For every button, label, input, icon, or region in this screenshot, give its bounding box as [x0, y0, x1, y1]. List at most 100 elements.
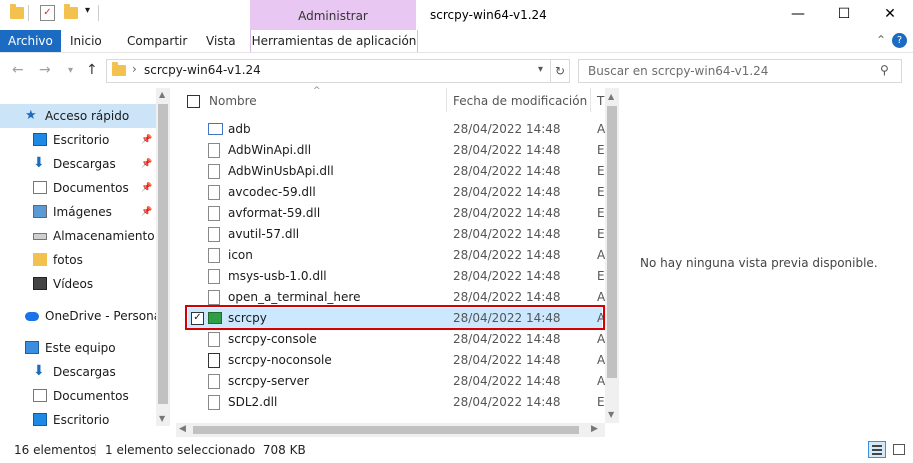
- nav-item-escritorio[interactable]: Escritorio: [0, 408, 156, 432]
- nav-item-label: Acceso rápido: [45, 109, 130, 123]
- nav-item-label: Almacenamiento ir: [53, 229, 156, 243]
- nav-item-label: Escritorio: [53, 413, 110, 427]
- scroll-up-icon[interactable]: ▲: [608, 92, 614, 101]
- file-row[interactable]: scrcpy-server 28/04/2022 14:48 A: [188, 371, 605, 392]
- exe-icon: [208, 123, 223, 135]
- file-name: scrcpy-console: [228, 332, 317, 346]
- search-icon: ⚲: [880, 63, 889, 77]
- back-arrow-icon[interactable]: ←: [12, 62, 24, 78]
- recent-locations-chevron-icon[interactable]: ▾: [68, 65, 73, 76]
- tab-herramientas-aplicacion[interactable]: Herramientas de aplicación: [250, 30, 418, 52]
- document-icon: [33, 389, 47, 402]
- file-row[interactable]: scrcpy-noconsole 28/04/2022 14:48 A: [188, 350, 605, 371]
- up-arrow-icon[interactable]: ↑: [86, 62, 98, 78]
- tab-archivo[interactable]: Archivo: [0, 30, 61, 52]
- address-dropdown-icon[interactable]: ▾: [538, 64, 543, 75]
- file-name: AdbWinUsbApi.dll: [228, 164, 334, 178]
- file-name: adb: [228, 122, 251, 136]
- scroll-down-icon[interactable]: ▼: [608, 410, 614, 419]
- column-separator[interactable]: [446, 88, 447, 112]
- nav-item-descargas[interactable]: ⬇ Descargas 📌: [0, 152, 156, 176]
- file-row[interactable]: msys-usb-1.0.dll28/04/2022 14:48Ex: [188, 266, 612, 287]
- nav-item-vídeos[interactable]: Vídeos: [0, 272, 156, 296]
- path-separator-icon: ›: [132, 62, 137, 76]
- nav-item-fotos[interactable]: fotos: [0, 248, 156, 272]
- refresh-button[interactable]: ↻: [550, 59, 570, 83]
- nav-item-escritorio[interactable]: Escritorio 📌: [0, 128, 156, 152]
- collapse-ribbon-icon[interactable]: ⌃: [876, 33, 886, 47]
- scroll-left-icon[interactable]: ◀: [179, 424, 186, 434]
- scroll-right-icon[interactable]: ▶: [591, 424, 598, 434]
- file-row[interactable]: icon 28/04/2022 14:48 A: [188, 245, 605, 266]
- file-date: 28/04/2022 14:48: [453, 227, 561, 241]
- column-header-name[interactable]: Nombre: [209, 94, 257, 108]
- new-folder-icon[interactable]: [64, 4, 78, 19]
- file-row[interactable]: avformat-59.dll28/04/2022 14:48Ex: [188, 203, 612, 224]
- file-list-scrollbar-thumb[interactable]: [607, 106, 617, 378]
- tab-inicio[interactable]: Inicio: [62, 30, 110, 52]
- address-path[interactable]: scrcpy-win64-v1.24: [144, 63, 261, 77]
- horizontal-scrollbar-thumb[interactable]: [193, 426, 579, 434]
- column-separator[interactable]: [590, 88, 591, 112]
- file-row[interactable]: avutil-57.dll28/04/2022 14:48Ex: [188, 224, 612, 245]
- file-row[interactable]: AdbWinUsbApi.dll28/04/2022 14:48Ex: [188, 161, 612, 182]
- nav-item-documentos[interactable]: Documentos 📌: [0, 176, 156, 200]
- file-name: avformat-59.dll: [228, 206, 321, 220]
- dll-icon: [208, 164, 220, 179]
- nav-item-almacenamiento-ir[interactable]: Almacenamiento ir: [0, 224, 156, 248]
- tab-vista[interactable]: Vista: [198, 30, 244, 52]
- maximize-button[interactable]: ☐: [821, 0, 867, 30]
- file-date: 28/04/2022 14:48: [453, 353, 561, 367]
- horizontal-scrollbar[interactable]: ◀ ▶: [176, 423, 605, 437]
- nav-item-label: Documentos: [53, 181, 129, 195]
- script-icon: [208, 353, 220, 368]
- file-date: 28/04/2022 14:48: [453, 269, 561, 283]
- file-row[interactable]: avcodec-59.dll28/04/2022 14:48Ex: [188, 182, 612, 203]
- nav-scrollbar[interactable]: ▲ ▼: [156, 88, 170, 426]
- column-header-date[interactable]: Fecha de modificación: [453, 94, 587, 108]
- properties-icon[interactable]: ✓: [40, 5, 55, 21]
- details-view-button[interactable]: [868, 441, 886, 458]
- tab-compartir[interactable]: Compartir: [119, 30, 195, 52]
- nav-item-descargas[interactable]: ⬇ Descargas: [0, 360, 156, 384]
- details-view-icon: [872, 445, 882, 447]
- minimize-button[interactable]: —: [775, 0, 821, 30]
- nav-scrollbar-thumb[interactable]: [158, 104, 168, 404]
- nav-item-onedrive-personal[interactable]: OneDrive - Personal: [0, 304, 156, 328]
- desktop-icon: [33, 413, 47, 426]
- file-name: avutil-57.dll: [228, 227, 300, 241]
- quick-access-dropdown-icon[interactable]: ▾: [85, 5, 90, 16]
- file-row[interactable]: scrcpy-console 28/04/2022 14:48 A: [188, 329, 605, 350]
- large-icons-view-icon: [893, 444, 905, 455]
- forward-arrow-icon[interactable]: →: [39, 62, 51, 78]
- file-type: A: [597, 122, 606, 136]
- divider: [95, 444, 96, 456]
- file-row[interactable]: adb 28/04/2022 14:48 A: [188, 119, 606, 140]
- scroll-down-icon[interactable]: ▼: [159, 414, 165, 423]
- file-list-scrollbar[interactable]: ▲ ▼: [605, 88, 619, 423]
- pin-icon: 📌: [141, 207, 153, 217]
- file-date: 28/04/2022 14:48: [453, 395, 561, 409]
- nav-item-este-equipo[interactable]: Este equipo: [0, 336, 156, 360]
- video-icon: [33, 277, 47, 290]
- scroll-up-icon[interactable]: ▲: [159, 90, 165, 99]
- nav-item-acceso-rápido[interactable]: ★ Acceso rápido: [0, 104, 156, 128]
- desktop-icon: [33, 133, 47, 146]
- preview-message: No hay ninguna vista previa disponible.: [640, 256, 878, 270]
- close-button[interactable]: ✕: [867, 0, 913, 30]
- large-icons-view-button[interactable]: [890, 441, 908, 458]
- nav-item-imágenes[interactable]: Imágenes 📌: [0, 200, 156, 224]
- dll-icon: [208, 206, 220, 221]
- nav-item-documentos[interactable]: Documentos: [0, 384, 156, 408]
- folder-icon: [10, 4, 24, 19]
- selection-highlight-outline: [185, 305, 605, 330]
- search-input[interactable]: Buscar en scrcpy-win64-v1.24: [578, 59, 902, 83]
- dll-icon: [208, 269, 220, 284]
- file-row[interactable]: SDL2.dll28/04/2022 14:48Ex: [188, 392, 612, 413]
- nav-item-label: Escritorio: [53, 133, 110, 147]
- select-all-checkbox[interactable]: [187, 95, 200, 108]
- dll-icon: [208, 143, 220, 158]
- file-row[interactable]: AdbWinApi.dll28/04/2022 14:48Ex: [188, 140, 612, 161]
- file-name: AdbWinApi.dll: [228, 143, 312, 157]
- help-icon[interactable]: ?: [892, 33, 907, 48]
